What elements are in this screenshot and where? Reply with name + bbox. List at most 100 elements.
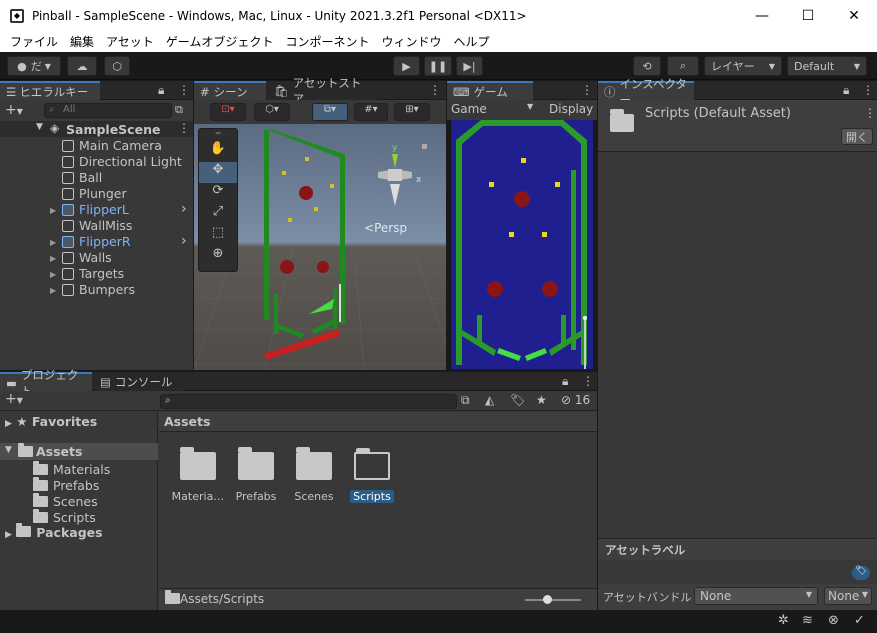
check-icon[interactable]: ✓	[854, 613, 865, 628]
asset-grid-item[interactable]: Scripts	[344, 448, 400, 506]
search-button[interactable]: ⌕	[667, 56, 699, 76]
filter-type-icon[interactable]: ◭	[485, 393, 494, 407]
grid-toggle[interactable]: #▾	[354, 103, 388, 121]
expand-arrow-icon[interactable]: ▶	[50, 286, 56, 295]
account-dropdown[interactable]: ● だ ▼	[7, 56, 61, 76]
move-tool-icon[interactable]: ✥	[199, 162, 237, 183]
collab-button[interactable]: ⬡	[104, 56, 130, 76]
menu-help[interactable]: ヘルプ	[447, 33, 495, 50]
expand-arrow-icon[interactable]: ▼	[36, 122, 43, 132]
kebab-menu-icon[interactable]: ⋮	[864, 106, 876, 120]
play-button[interactable]: ▶	[393, 56, 420, 76]
kebab-menu-icon[interactable]: ⋮	[582, 374, 594, 388]
asset-grid-item[interactable]: Materia…	[170, 447, 226, 503]
menu-file[interactable]: ファイル	[4, 33, 64, 50]
zoom-slider-track[interactable]	[525, 599, 581, 601]
search-filter-icon[interactable]: ⧉	[175, 103, 183, 117]
display-dropdown[interactable]: Display	[549, 102, 593, 116]
asset-bundle-dropdown[interactable]: None ▼	[694, 587, 818, 605]
overlay-handle[interactable]: ═	[199, 129, 237, 141]
tab-asset-store[interactable]: 🛍︎ アセットストア	[268, 76, 378, 106]
expand-arrow-icon[interactable]: ▶	[50, 270, 56, 279]
hierarchy-item[interactable]: ▶ FlipperR ›	[0, 233, 192, 250]
gizmos-toggle[interactable]: ⊞▾	[394, 103, 430, 121]
expand-arrow-icon[interactable]: ▶	[50, 254, 56, 263]
persp-label[interactable]: <Persp	[364, 221, 407, 235]
minimize-button[interactable]: —	[739, 0, 785, 31]
zoom-slider-thumb[interactable]	[543, 595, 552, 604]
tree-favorites[interactable]: ▶ ★ Favorites	[5, 414, 97, 429]
scene-row[interactable]: ▼ ◈ SampleScene ⋮	[0, 121, 193, 137]
tree-folder-item[interactable]: Scripts	[33, 509, 96, 525]
tree-folder-item[interactable]: Prefabs	[33, 477, 99, 493]
hierarchy-item[interactable]: Main Camera	[0, 138, 192, 154]
menu-component[interactable]: コンポーネント	[279, 33, 375, 50]
hand-tool-icon[interactable]: ✋	[199, 141, 237, 162]
tab-project[interactable]: ▬ プロジェクト	[0, 368, 92, 398]
snap-toggle[interactable]: ⧉▾	[312, 103, 348, 121]
tree-folder-item[interactable]: Scenes	[33, 493, 98, 509]
hidden-packages-toggle[interactable]: ⊘ 16	[561, 393, 590, 407]
project-search-input[interactable]: ⌕	[160, 394, 457, 409]
hierarchy-item[interactable]: ▶ FlipperL ›	[0, 201, 192, 218]
kebab-menu-icon[interactable]: ⋮	[178, 83, 190, 97]
lock-icon[interactable]: 🔒︎	[158, 83, 164, 98]
layers-dropdown[interactable]: レイヤー ▼	[704, 56, 782, 76]
maximize-button[interactable]: ☐	[785, 0, 831, 31]
draw-mode-dropdown[interactable]: ⊡▾	[210, 103, 246, 121]
layers-stack-icon[interactable]: ≋	[802, 613, 813, 628]
filter-label-icon[interactable]: 🏷︎	[510, 393, 525, 407]
hierarchy-item[interactable]: ▶ Bumpers	[0, 282, 192, 298]
tab-scene[interactable]: # シーン	[194, 81, 266, 100]
transform-tool-icon[interactable]: ⊕	[199, 246, 237, 267]
close-button[interactable]: ✕	[831, 0, 877, 31]
progress-icon[interactable]: ⊗	[828, 613, 839, 628]
menu-assets[interactable]: アセット	[100, 33, 160, 50]
tree-packages[interactable]: ▶ Packages	[5, 523, 103, 540]
favorite-star-icon[interactable]: ★	[536, 393, 547, 407]
open-button[interactable]: 開く	[841, 128, 873, 145]
tab-console[interactable]: ▤ コンソール	[94, 372, 184, 391]
label-tag-icon[interactable]: 🏷︎	[852, 566, 870, 580]
hierarchy-item[interactable]: Directional Light	[0, 154, 192, 170]
kebab-menu-icon[interactable]: ⋮	[429, 83, 441, 97]
breadcrumb[interactable]: Assets	[159, 412, 597, 432]
asset-grid-item[interactable]: Prefabs	[228, 447, 284, 503]
undo-history-button[interactable]: ⟲	[633, 56, 661, 76]
kebab-menu-icon[interactable]: ⋮	[862, 83, 874, 97]
pause-button[interactable]: ❚❚	[424, 56, 452, 76]
expand-arrow-icon[interactable]: ▶	[50, 238, 56, 247]
debug-icon[interactable]: ✲	[778, 613, 789, 628]
asset-variant-dropdown[interactable]: None ▼	[824, 587, 872, 605]
prefab-open-chevron-icon[interactable]: ›	[181, 201, 187, 217]
hierarchy-item[interactable]: ▶ Walls	[0, 250, 192, 266]
game-viewport[interactable]	[451, 120, 593, 369]
render-mode-dropdown[interactable]: ⬡▾	[254, 103, 290, 121]
menu-window[interactable]: ウィンドウ	[375, 33, 447, 50]
expand-arrow-icon[interactable]: ▶	[50, 206, 56, 215]
search-filter-icon[interactable]: ⧉	[461, 393, 470, 408]
menu-gameobject[interactable]: ゲームオブジェクト	[160, 33, 280, 50]
tab-game[interactable]: ⌨︎ ゲーム	[447, 81, 533, 100]
hierarchy-item[interactable]: Plunger	[0, 186, 192, 202]
kebab-menu-icon[interactable]: ⋮	[178, 121, 190, 135]
menu-edit[interactable]: 編集	[64, 33, 100, 50]
scale-tool-icon[interactable]: ⤢	[199, 204, 237, 225]
rotate-tool-icon[interactable]: ⟳	[199, 183, 237, 204]
hierarchy-item[interactable]: Ball	[0, 170, 192, 186]
lock-icon[interactable]: 🔒︎	[562, 374, 568, 389]
tree-assets[interactable]: ▼ Assets	[0, 443, 158, 460]
create-asset-button[interactable]: +▼	[5, 391, 23, 407]
layout-dropdown[interactable]: Default ▼	[787, 56, 867, 76]
rect-tool-icon[interactable]: ⬚	[199, 225, 237, 246]
add-object-button[interactable]: +▼	[5, 102, 23, 118]
game-display-dropdown[interactable]: Game ▼	[451, 102, 537, 116]
lock-icon[interactable]: 🔒︎	[843, 83, 849, 98]
kebab-menu-icon[interactable]: ⋮	[581, 83, 593, 97]
hierarchy-item[interactable]: WallMiss	[0, 218, 192, 234]
hierarchy-item[interactable]: ▶ Targets	[0, 266, 192, 282]
prefab-open-chevron-icon[interactable]: ›	[181, 233, 187, 249]
step-button[interactable]: ▶|	[456, 56, 483, 76]
tab-hierarchy[interactable]: ☰ ヒエラルキー	[0, 81, 100, 100]
tree-folder-item[interactable]: Materials	[33, 461, 110, 477]
